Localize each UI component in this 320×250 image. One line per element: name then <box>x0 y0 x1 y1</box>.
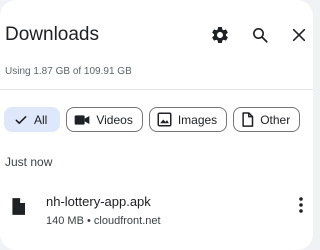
filter-chip-label: Videos <box>96 112 133 127</box>
check-icon <box>14 113 28 127</box>
storage-usage: Using 1.87 GB of 109.91 GB <box>5 66 132 77</box>
more-options-button[interactable] <box>292 196 310 218</box>
filter-chip-videos[interactable]: Videos <box>66 107 143 132</box>
downloads-panel: Downloads Using 1.87 GB of 109.91 GB All… <box>0 0 313 250</box>
meta-separator: • <box>86 215 91 227</box>
download-item[interactable]: nh-lottery-app.apk 140 MB • cloudfront.n… <box>0 188 313 240</box>
file-details: 140 MB • cloudfront.net <box>46 215 161 228</box>
filter-chip-label: Images <box>177 112 218 127</box>
close-button[interactable] <box>289 24 309 46</box>
close-icon <box>291 27 307 43</box>
header-divider <box>0 89 313 90</box>
file-name[interactable]: nh-lottery-app.apk <box>46 194 151 210</box>
search-button[interactable] <box>250 24 270 46</box>
section-heading: Just now <box>5 155 53 169</box>
document-icon <box>241 112 254 127</box>
gear-icon <box>210 25 230 45</box>
settings-button[interactable] <box>210 24 230 46</box>
image-icon <box>157 112 172 127</box>
filter-chip-images[interactable]: Images <box>148 107 228 132</box>
downloads-header: Downloads Using 1.87 GB of 109.91 GB <box>0 0 313 77</box>
filter-chip-label: All <box>34 112 48 127</box>
filter-chip-all[interactable]: All <box>4 107 61 132</box>
video-camera-icon <box>74 113 90 127</box>
file-source: cloudfront.net <box>93 215 161 227</box>
file-icon <box>11 198 25 220</box>
filter-chip-label: Other <box>260 112 291 127</box>
page-title: Downloads <box>5 24 99 45</box>
filter-chip-other[interactable]: Other <box>233 107 301 132</box>
search-icon <box>251 26 269 44</box>
filter-chips: All Videos Images Other <box>4 107 301 132</box>
more-vert-icon <box>299 196 303 218</box>
file-size: 140 MB <box>46 215 84 227</box>
